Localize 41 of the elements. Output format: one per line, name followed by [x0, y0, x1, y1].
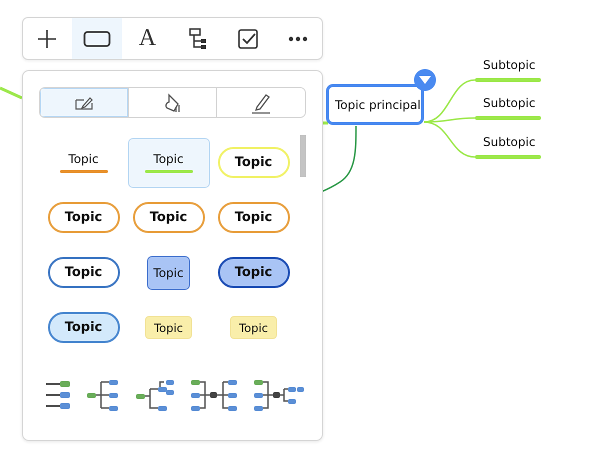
two-sided-nested-layout-icon[interactable] [254, 379, 304, 411]
pen-line-icon [250, 92, 272, 114]
subtopic-underline [475, 155, 541, 158]
panel-tab[interactable] [40, 88, 128, 117]
panel-tab[interactable] [216, 88, 305, 117]
topic-style-option[interactable]: Topic [128, 138, 210, 188]
nested-layout-icon[interactable] [136, 379, 174, 411]
central-topic[interactable]: Topic principal [326, 84, 424, 125]
topic-style-option[interactable]: Topic [42, 138, 124, 188]
rectangle-icon [83, 30, 112, 48]
scrollbar[interactable] [300, 135, 306, 177]
paint-bucket-icon [164, 92, 182, 112]
topic-style-option[interactable]: Topic [218, 147, 290, 178]
subtopic-underline [475, 78, 541, 82]
two-sided-layout-icon[interactable] [191, 379, 237, 411]
list-layout-icon[interactable] [46, 381, 70, 409]
more-icon [288, 36, 308, 42]
tool-button[interactable] [72, 18, 122, 59]
triangle-icon [419, 75, 431, 85]
topic-style-option[interactable]: Topic [218, 202, 290, 233]
topic-style-option[interactable]: Topic [218, 257, 290, 288]
topic-style-option[interactable]: Topic [132, 202, 204, 233]
topic-style-option[interactable]: Topic [48, 202, 120, 233]
topic-style-option[interactable]: Topic [48, 257, 120, 288]
structure-icon [188, 28, 207, 50]
collapse-button[interactable] [414, 69, 436, 91]
subtopic[interactable]: Subtopic [483, 58, 536, 72]
topic-style-option[interactable]: Topic [230, 316, 277, 339]
tree-layout-icon[interactable] [87, 379, 119, 411]
edit-shape-icon [74, 96, 93, 110]
branch-line [0, 86, 23, 100]
subtopic-underline [475, 116, 541, 120]
subtopic[interactable]: Subtopic [483, 96, 536, 110]
text-tool-button[interactable]: A [122, 18, 173, 59]
topic-style-option[interactable]: Topic [145, 316, 192, 339]
topic-style-option[interactable]: Topic [147, 256, 190, 290]
checkbox-icon [238, 28, 258, 48]
subtopic[interactable]: Subtopic [483, 135, 536, 149]
branch-line [323, 122, 328, 124]
topic-style-option[interactable]: Topic [48, 312, 120, 343]
add-icon [37, 28, 58, 48]
